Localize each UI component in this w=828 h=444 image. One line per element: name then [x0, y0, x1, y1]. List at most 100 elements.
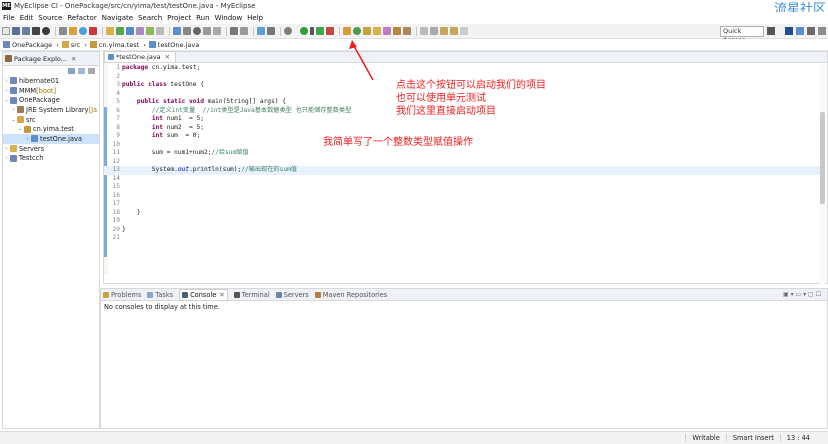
menu-edit[interactable]: Edit: [20, 14, 34, 22]
expand-arrow-icon[interactable]: ›: [10, 107, 17, 113]
editor-vertical-scrollbar[interactable]: [820, 64, 825, 284]
external-tools-icon[interactable]: [326, 27, 334, 35]
close-icon[interactable]: ✕: [165, 53, 170, 61]
menu-source[interactable]: Source: [38, 14, 62, 22]
open-task-icon[interactable]: [183, 27, 191, 35]
expand-arrow-icon[interactable]: ›: [24, 136, 31, 142]
breadcrumb-item-onepackage[interactable]: OnePackage: [3, 41, 52, 49]
tab-terminal[interactable]: Terminal: [233, 291, 270, 299]
menu-run[interactable]: Run: [196, 14, 209, 22]
server-icon[interactable]: [59, 27, 67, 35]
task-list-icon[interactable]: [203, 27, 211, 35]
tree-item-servers[interactable]: › Servers: [3, 144, 99, 154]
new-wizard-icon[interactable]: [383, 27, 391, 35]
close-icon[interactable]: ✕: [71, 55, 76, 63]
new-server-icon[interactable]: [343, 27, 351, 35]
view-icon[interactable]: [267, 27, 275, 35]
run-config-icon[interactable]: [316, 27, 324, 35]
expand-arrow-icon[interactable]: ›: [3, 78, 10, 84]
open-folder-icon[interactable]: [373, 27, 381, 35]
menu-refactor[interactable]: Refactor: [67, 14, 96, 22]
quick-access-field[interactable]: Quick Access: [720, 26, 764, 44]
menu-search[interactable]: Search: [138, 14, 162, 22]
view-menu-icon[interactable]: [88, 68, 95, 74]
scrollbar-thumb[interactable]: [820, 112, 825, 204]
search-icon[interactable]: [193, 27, 201, 35]
link-editor-icon[interactable]: [78, 68, 85, 74]
new-class-icon[interactable]: [353, 27, 361, 35]
forward-icon[interactable]: [450, 27, 458, 35]
tree-item-src[interactable]: ⌄ src: [3, 115, 99, 125]
perspective-switch-icon[interactable]: [767, 27, 775, 35]
myeclipse-perspective-icon[interactable]: [785, 27, 793, 35]
tab-servers[interactable]: Servers: [275, 291, 309, 299]
back-icon[interactable]: [440, 27, 448, 35]
save-icon[interactable]: [12, 27, 20, 35]
comment-icon[interactable]: [240, 27, 248, 35]
history-icon[interactable]: [403, 27, 411, 35]
open-type-icon[interactable]: [173, 27, 181, 35]
close-icon[interactable]: ✕: [219, 291, 225, 299]
tab-maven-repositories[interactable]: Maven Repositories: [314, 291, 387, 299]
code-line: 21: [104, 234, 824, 243]
class-icon[interactable]: [126, 27, 134, 35]
stop-icon[interactable]: [89, 27, 97, 35]
debug-icon[interactable]: [42, 27, 50, 35]
tab-tasks[interactable]: Tasks: [147, 291, 173, 299]
collapse-arrow-icon[interactable]: ⌄: [17, 126, 24, 132]
tab-package-explorer[interactable]: Package Explo... ✕: [3, 52, 99, 66]
tree-item-mmm[interactable]: › MMM [boot]: [3, 86, 99, 96]
code-text: int num1 = 5;: [151, 115, 204, 122]
format-icon[interactable]: [230, 27, 238, 35]
tree-item-cn-yima-test[interactable]: ⌄ cn.yima.test: [3, 124, 99, 134]
breadcrumb-item-package[interactable]: cn.yima.test: [89, 41, 139, 49]
expand-arrow-icon[interactable]: ›: [3, 88, 10, 94]
team-perspective-icon[interactable]: [818, 27, 826, 35]
expand-arrow-icon[interactable]: ›: [3, 155, 10, 161]
java-perspective-icon[interactable]: [796, 27, 804, 35]
menu-project[interactable]: Project: [167, 14, 191, 22]
breadcrumb-item-src[interactable]: src: [61, 41, 80, 49]
menu-navigate[interactable]: Navigate: [102, 14, 133, 22]
folder-icon: [10, 145, 17, 153]
collapse-all-icon[interactable]: [68, 68, 75, 74]
menu-help[interactable]: Help: [247, 14, 263, 22]
console-view-menu-icon[interactable]: ▣ ▾ ▭ ▾ ▢ ☐: [783, 291, 821, 298]
save-all-icon[interactable]: [22, 27, 30, 35]
new-package-icon[interactable]: [363, 27, 371, 35]
perspective-icon[interactable]: [257, 27, 265, 35]
tree-item-testone-java[interactable]: › testOne.java: [3, 134, 99, 144]
collapse-arrow-icon[interactable]: ⌄: [3, 97, 10, 103]
refresh-icon[interactable]: [146, 27, 154, 35]
expand-arrow-icon[interactable]: ›: [3, 146, 10, 152]
outline-icon[interactable]: [213, 27, 221, 35]
package-icon[interactable]: [136, 27, 144, 35]
run-dropdown-icon[interactable]: [310, 27, 314, 35]
add-icon[interactable]: [116, 27, 124, 35]
bookmark-icon[interactable]: [156, 27, 164, 35]
new-icon[interactable]: [2, 27, 10, 35]
deploy-icon[interactable]: [69, 27, 77, 35]
tab-problems[interactable]: Problems: [103, 291, 141, 299]
menu-window[interactable]: Window: [215, 14, 243, 22]
print-icon[interactable]: [32, 27, 40, 35]
debug-perspective-icon[interactable]: [807, 27, 815, 35]
tree-item-testcch[interactable]: › Testcch: [3, 154, 99, 164]
tab-console[interactable]: Console ✕: [179, 288, 228, 301]
collapse-arrow-icon[interactable]: ⌄: [10, 117, 17, 123]
tree-item-hibernate01[interactable]: › hibernate01: [3, 76, 99, 86]
tree-item-jre[interactable]: › JRE System Library [Ja: [3, 105, 99, 115]
tab-testone-java[interactable]: *testOne.java ✕: [104, 51, 177, 62]
web-icon[interactable]: [106, 27, 114, 35]
annotation-icon[interactable]: [420, 27, 428, 35]
tree-label: Servers: [19, 144, 45, 153]
pin-icon[interactable]: [393, 27, 401, 35]
next-annotation-icon[interactable]: [430, 27, 438, 35]
breadcrumb-item-file[interactable]: testOne.java: [148, 41, 199, 49]
run-button-icon[interactable]: [300, 27, 308, 35]
settings-icon[interactable]: [284, 27, 292, 35]
browser-icon[interactable]: [79, 27, 87, 35]
navigate-dropdown-icon[interactable]: [460, 27, 468, 35]
menu-file[interactable]: File: [3, 14, 15, 22]
tree-item-onepackage[interactable]: ⌄ OnePackage: [3, 95, 99, 105]
